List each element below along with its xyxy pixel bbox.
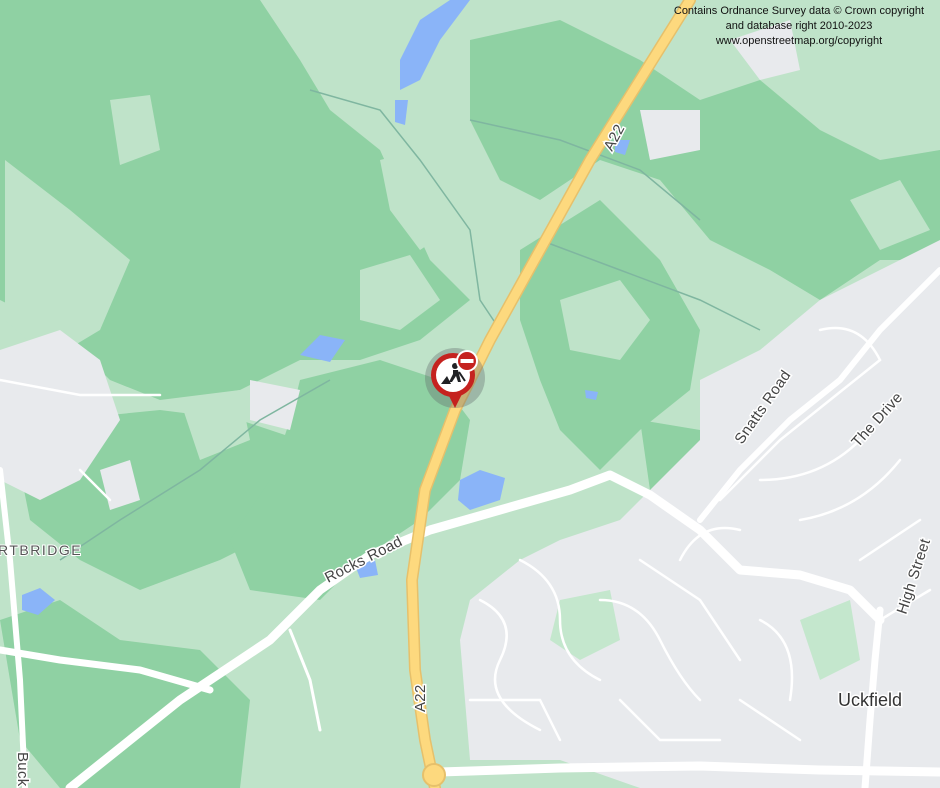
roundabout [422,763,446,787]
map-canvas[interactable]: A22 A22 Rocks Road Snatts Road The Drive… [0,0,940,788]
map-attribution: Contains Ordnance Survey data © Crown co… [664,4,934,49]
attribution-line-1: Contains Ordnance Survey data © Crown co… [673,5,925,17]
a22-label-south: A22 [412,684,429,712]
attribution-line-2: and database right 2010-2023 [725,20,873,32]
roadworks-icon [425,348,485,408]
buck-road-label: Buck [14,752,31,787]
ridgebridge-label: RTBRIDGE [0,542,82,558]
uckfield-label: Uckfield [838,690,902,710]
no-entry-icon [456,350,478,372]
roadworks-marker[interactable] [425,348,485,412]
attribution-link[interactable]: www.openstreetmap.org/copyright [664,34,934,49]
